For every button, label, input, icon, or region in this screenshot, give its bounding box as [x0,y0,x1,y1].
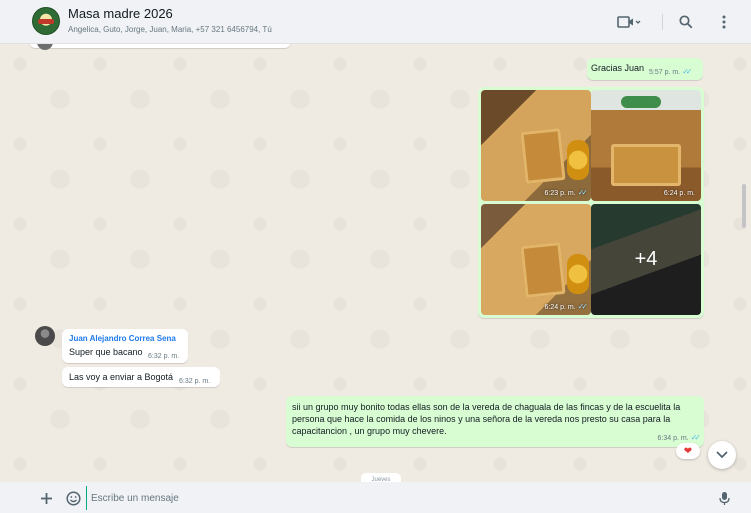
message-text: sii un grupo muy bonito todas ellas son … [292,402,681,436]
voice-message-button[interactable] [714,488,734,508]
group-avatar[interactable] [32,7,60,35]
attach-button[interactable] [36,488,56,508]
previous-sender-avatar [37,44,53,50]
more-photos-count: +4 [591,204,701,315]
incoming-message[interactable]: Las voy a enviar a Bogotá 6:32 p. m. [62,367,220,387]
sender-avatar[interactable] [35,326,55,346]
sticker-button[interactable] [63,488,83,508]
message-list[interactable]: Gracias Juan 5:57 p. m. ✓✓ 6:23 p. m. ✓✓… [0,44,751,482]
message-text: Las voy a enviar a Bogotá [69,372,174,382]
photo-time: 6:23 p. m. ✓✓ [544,188,589,197]
photo-time: 6:24 p. m. [663,190,695,197]
photo-thumbnail[interactable]: 6:24 p. m. ✓✓ [481,204,591,315]
composer [0,482,751,513]
outgoing-message[interactable]: Gracias Juan 5:57 p. m. ✓✓ [587,58,703,80]
plus-icon [40,492,52,504]
menu-button[interactable] [714,10,734,34]
sender-name[interactable]: Juan Alejandro Correa Sena [69,332,176,345]
media-album: 6:23 p. m. ✓✓ 6:24 p. m. 6:24 p. m. ✓✓ +… [478,87,704,318]
heart-icon[interactable]: ❤ [676,443,700,459]
read-ticks-icon: ✓✓ [577,188,589,197]
video-call-button[interactable] [612,10,646,34]
message-text: Gracias Juan [591,63,645,73]
video-call-icon [617,16,641,28]
mic-icon [718,491,730,505]
sticker-icon [65,490,81,506]
incoming-message[interactable]: Juan Alejandro Correa Sena Super que bac… [62,329,188,363]
more-photos-thumbnail[interactable]: +4 [591,204,701,315]
read-ticks-icon: ✓✓ [690,433,702,442]
date-chip: Jueves [361,473,401,482]
chat-title[interactable]: Masa madre 2026 [68,6,173,21]
chevron-down-icon [716,451,728,459]
read-ticks-icon: ✓✓ [682,67,693,76]
message-time: 5:57 p. m. ✓✓ [649,67,693,76]
message-time: 6:32 p. m. [148,353,180,360]
member-list[interactable]: Angelica, Guto, Jorge, Juan, Maria, +57 … [68,25,272,34]
message-time: 6:32 p. m. [179,378,211,385]
message-input[interactable] [86,486,696,510]
scroll-down-button[interactable] [708,441,736,469]
header-divider [662,14,663,30]
search-button[interactable] [676,10,696,34]
read-ticks-icon: ✓✓ [577,302,589,311]
outgoing-message[interactable]: sii un grupo muy bonito todas ellas son … [286,396,704,447]
search-icon [679,15,693,29]
photo-thumbnail[interactable]: 6:23 p. m. ✓✓ [481,90,591,201]
menu-icon [722,15,726,29]
chat-header: Masa madre 2026 Angelica, Guto, Jorge, J… [0,0,751,44]
message-text: Super que bacano [69,347,143,357]
photo-thumbnail[interactable]: 6:24 p. m. [591,90,701,201]
previous-message-fragment [30,44,290,48]
photo-time: 6:24 p. m. ✓✓ [544,302,589,311]
scrollbar[interactable] [742,184,746,228]
